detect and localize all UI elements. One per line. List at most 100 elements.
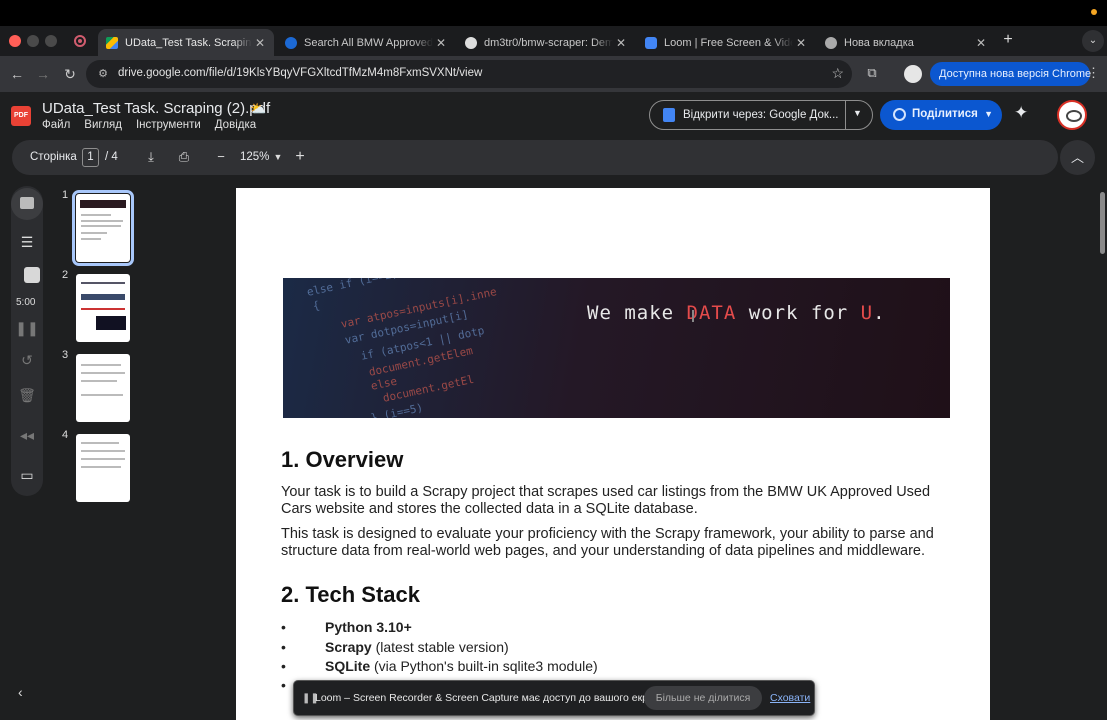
section-heading-overview: 1. Overview [281, 447, 404, 472]
thumbnail-line [81, 450, 125, 452]
hide-notification-link[interactable]: Сховати [770, 692, 810, 704]
share-button[interactable]: Поділитися ▼ [880, 100, 1002, 130]
thumbnail-page-3[interactable] [76, 354, 130, 422]
page-scrollbar[interactable] [1100, 192, 1105, 254]
trash-icon[interactable]: 🗑 [11, 387, 43, 404]
globe-icon [893, 108, 906, 121]
chrome-icon [825, 36, 837, 49]
rewind-icon[interactable]: ◂◂ [11, 427, 43, 444]
url-text[interactable]: drive.google.com/file/d/19KlsYBqyVFGXltc… [118, 67, 482, 79]
page-number-input[interactable]: 1 [82, 148, 99, 167]
collapse-sidebar-chevron-left-icon[interactable]: ‹ [18, 684, 23, 700]
loom-image-button[interactable] [11, 188, 43, 220]
bookmark-star-icon[interactable]: ☆ [831, 65, 844, 82]
open-with-label: Відкрити через: Google Док... [683, 109, 839, 121]
thumbnail-banner [80, 200, 126, 208]
tab-label: Loom | Free Screen & Video R [664, 36, 793, 49]
print-icon[interactable]: ⎙ [176, 149, 192, 165]
thumbnail-line [81, 225, 121, 227]
menu-file[interactable]: Файл [42, 119, 70, 131]
tab-bmw-search[interactable]: Search All BMW Approved Us ✕ [277, 29, 455, 56]
collapse-toolbar-chevron-up-icon[interactable]: ︿ [1060, 140, 1095, 175]
viewer-menu-bar: Файл Вигляд Інструменти Довідка [42, 119, 256, 131]
close-tab-icon[interactable]: ✕ [973, 36, 989, 50]
gemini-sparkle-icon[interactable]: ✦ [1014, 103, 1028, 123]
zoom-out-icon[interactable]: − [213, 149, 229, 165]
menu-view[interactable]: Вигляд [84, 119, 122, 131]
pause-icon[interactable]: ❚❚ [11, 320, 43, 337]
page-label: Сторінка [30, 151, 77, 163]
pdf-toolbar: Сторінка 1 / 4 ⤓ ⎙ − 125% ▼ + [12, 140, 1058, 175]
pdf-file-icon: PDF [11, 106, 31, 126]
close-window-button[interactable] [9, 35, 21, 47]
zoom-in-icon[interactable]: + [292, 149, 308, 165]
minimize-window-button[interactable] [27, 35, 39, 47]
share-dropdown-icon[interactable]: ▼ [984, 109, 993, 119]
tab-label: Нова вкладка [844, 36, 914, 49]
tab-github-repo[interactable]: dm3tr0/bmw-scraper: Demo ✕ [457, 29, 635, 56]
tab-label: Search All BMW Approved Us [304, 36, 433, 49]
thumbnail-number: 1 [62, 189, 69, 201]
recording-indicator-icon [1091, 9, 1097, 15]
close-tab-icon[interactable]: ✕ [252, 36, 268, 50]
zoom-dropdown-icon[interactable]: ▼ [270, 149, 286, 165]
image-icon [20, 197, 34, 209]
forward-arrow-icon[interactable]: → [34, 65, 52, 83]
google-drive-icon [106, 36, 118, 49]
thumbnail-page-4[interactable] [76, 434, 130, 502]
new-tab-plus-icon[interactable]: + [999, 31, 1017, 49]
tab-search-chevron-icon[interactable]: ⌄ [1082, 30, 1104, 52]
close-tab-icon[interactable]: ✕ [793, 36, 809, 50]
tab-new-tab[interactable]: Нова вкладка ✕ [817, 29, 995, 56]
bullet: • [281, 619, 286, 635]
tab-label: UData_Test Task. Scraping (2 [125, 36, 252, 49]
camera-icon[interactable]: ▭ [11, 467, 43, 484]
download-icon[interactable]: ⤓ [143, 149, 159, 165]
omnibox[interactable]: ⚙ drive.google.com/file/d/19KlsYBqyVFGXl… [86, 60, 852, 88]
thumbnail-page-1[interactable] [72, 190, 134, 266]
open-with-dropdown-icon[interactable]: ▼ [853, 108, 862, 118]
tab-udata-pdf[interactable]: UData_Test Task. Scraping (2 ✕ [98, 29, 274, 56]
thumbnail-page-2[interactable] [76, 274, 130, 342]
close-tab-icon[interactable]: ✕ [613, 36, 629, 50]
extensions-puzzle-icon[interactable]: ⧉ [864, 65, 880, 81]
restart-icon[interactable]: ↺ [11, 352, 43, 369]
list-item-text: (via Python's built-in sqlite3 module) [370, 658, 598, 674]
stop-recording-icon[interactable] [24, 267, 40, 283]
overview-paragraph-2: This task is designed to evaluate your p… [281, 526, 934, 559]
menu-bar [0, 0, 1107, 26]
maximize-window-button[interactable] [45, 35, 57, 47]
tagline-highlight: U [860, 302, 874, 324]
bmw-icon [285, 36, 297, 49]
reload-icon[interactable]: ↻ [61, 65, 79, 83]
google-docs-icon [663, 108, 675, 122]
tab-loom[interactable]: Loom | Free Screen & Video R ✕ [637, 29, 815, 56]
tagline-text: work for [736, 302, 861, 324]
menu-help[interactable]: Довідка [215, 119, 256, 131]
open-with-button[interactable]: Відкрити через: Google Док... ▼ [649, 100, 873, 130]
overview-paragraph-1: Your task is to build a Scrapy project t… [281, 484, 931, 517]
github-icon [465, 36, 477, 49]
zoom-level[interactable]: 125% [240, 151, 269, 163]
divider [845, 101, 846, 129]
thumbnail-line [81, 466, 121, 468]
close-tab-icon[interactable]: ✕ [433, 36, 449, 50]
site-settings-icon[interactable]: ⚙ [96, 67, 110, 81]
thumbnail-line [81, 394, 123, 396]
profile-avatar-icon[interactable] [904, 65, 922, 83]
banner-code-line: } (i==5) [369, 401, 425, 418]
back-arrow-icon[interactable]: ← [8, 65, 26, 83]
chrome-menu-icon[interactable]: ⋮ [1087, 65, 1100, 81]
account-avatar[interactable] [1057, 100, 1087, 130]
share-label: Поділитися [912, 108, 978, 120]
stop-sharing-button[interactable]: Більше не ділитися [644, 686, 762, 710]
section-heading-tech-stack: 2. Tech Stack [281, 582, 420, 607]
chrome-update-button[interactable]: Доступна нова версія Chrome [930, 62, 1091, 86]
drive-viewer-header: PDF UData_Test Task. Scraping (2).pdf ⛅ … [0, 92, 1107, 138]
drive-status-cloud-icon[interactable]: ⛅ [250, 101, 266, 117]
list-icon[interactable]: ☰ [11, 234, 43, 251]
screen: UData_Test Task. Scraping (2 ✕ Search Al… [0, 0, 1107, 720]
screen-recording-icon [74, 35, 86, 47]
thumbnail-number: 3 [62, 349, 69, 361]
menu-tools[interactable]: Інструменти [136, 119, 201, 131]
